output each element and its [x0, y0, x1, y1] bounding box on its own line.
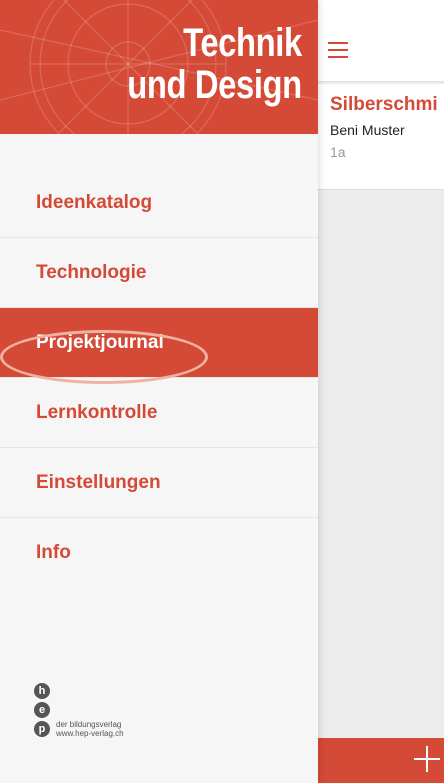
nav-item-lernkontrolle[interactable]: Lernkontrolle — [0, 378, 318, 448]
project-title: Silberschmi — [330, 94, 438, 115]
publisher-url: www.hep-verlag.ch — [56, 729, 124, 738]
hamburger-icon[interactable] — [328, 42, 348, 58]
nav-item-info[interactable]: Info — [0, 518, 318, 588]
nav-item-ideenkatalog[interactable]: Ideenkatalog — [0, 168, 318, 238]
app-title-line-2: und Design — [127, 63, 303, 107]
nav-item-einstellungen[interactable]: Einstellungen — [0, 448, 318, 518]
publisher-text: der bildungsverlag www.hep-verlag.ch — [56, 720, 124, 738]
project-author: Beni Muster — [330, 122, 405, 138]
navigation-drawer: Technik und Design Ideenkatalog Technolo… — [0, 0, 318, 783]
publisher-letter-e: e — [34, 702, 50, 718]
add-project-button[interactable] — [318, 738, 444, 783]
app-title-line-1: Technik — [183, 21, 302, 65]
project-card[interactable]: Silberschmi Beni Muster 1a — [318, 84, 444, 190]
project-class: 1a — [330, 144, 346, 160]
drawer-menu: Ideenkatalog Technologie Projektjournal … — [0, 168, 318, 588]
publisher-letter-p: p — [34, 721, 50, 737]
nav-item-projektjournal[interactable]: Projektjournal — [0, 308, 318, 378]
drawer-header: Technik und Design — [0, 0, 318, 134]
nav-item-technologie[interactable]: Technologie — [0, 238, 318, 308]
plus-icon — [414, 746, 440, 772]
publisher-letter-h: h — [34, 683, 50, 699]
publisher-logo: h e p der bildungsverlag www.hep-verlag.… — [34, 683, 124, 740]
app-title: Technik und Design — [127, 21, 303, 107]
top-app-bar — [318, 0, 444, 82]
publisher-name: der bildungsverlag — [56, 720, 122, 729]
